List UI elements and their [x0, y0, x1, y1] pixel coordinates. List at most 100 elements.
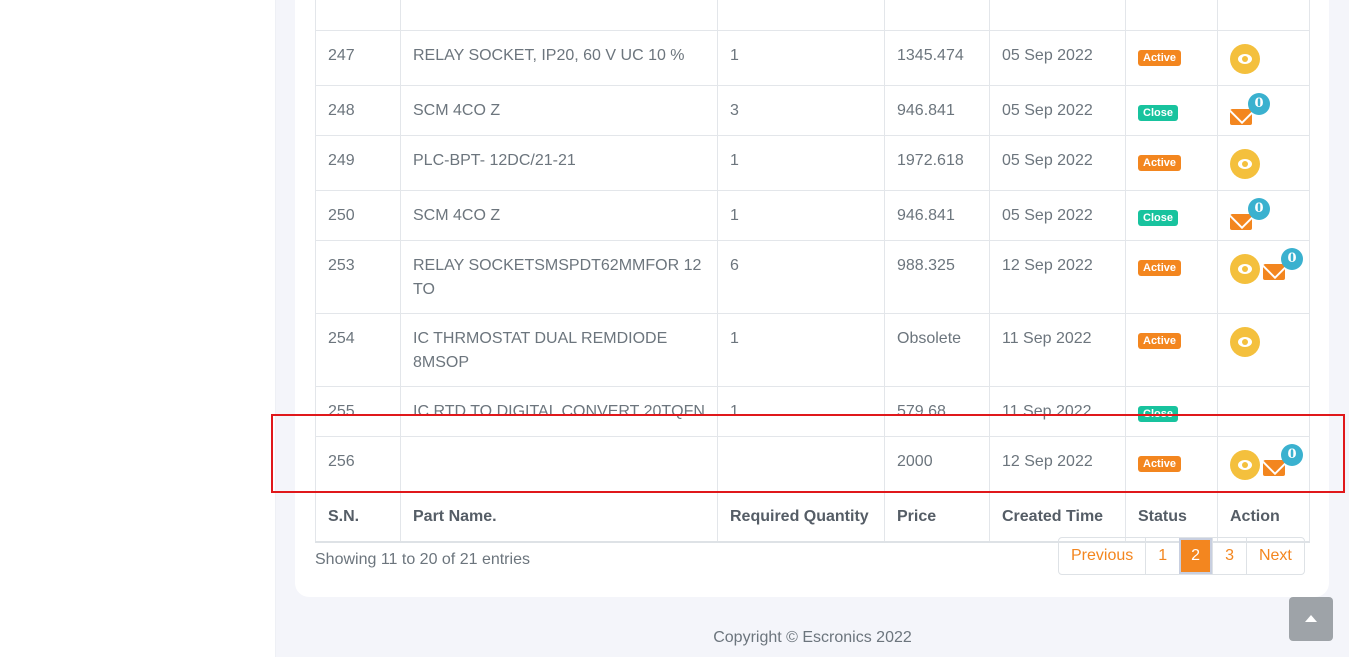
- status-cell: Close: [1125, 386, 1218, 437]
- quantity-cell: 6: [717, 240, 885, 314]
- quantity-cell: 1: [717, 30, 885, 86]
- quantity-cell: 1: [717, 313, 885, 387]
- table-row: 254 IC THRMOSTAT DUAL REMDIODE 8MSOP 1 Obso…: [315, 313, 1310, 387]
- price-cell: 1972.618: [884, 135, 990, 191]
- status-badge: Active: [1138, 456, 1182, 472]
- view-eye-icon[interactable]: [1230, 327, 1260, 357]
- part-name-cell: PLC-BPT- 12DC/21-21: [400, 135, 718, 191]
- action-cell: [1217, 0, 1310, 31]
- pagination: Previous 1 2 3 Next: [1058, 537, 1305, 575]
- status-badge: Active: [1138, 333, 1182, 349]
- action-cell: 0: [1217, 240, 1310, 314]
- created-time-cell: 12 Sep 2022: [989, 436, 1126, 492]
- mail-envelope-icon[interactable]: [1263, 264, 1285, 280]
- page-1-button[interactable]: 1: [1145, 538, 1179, 574]
- mail-envelope-icon[interactable]: [1230, 109, 1252, 125]
- sn-cell: [315, 0, 401, 31]
- price-cell: 946.841: [884, 190, 990, 241]
- part-name-cell: [400, 0, 718, 31]
- main-content: 247 RELAY SOCKET, IP20, 60 V UC 10 % 1 1345…: [276, 0, 1349, 657]
- part-name-cell: SCM 4CO Z: [400, 190, 718, 241]
- table-row: 256 2000 12 Sep 2022 Active 0: [315, 436, 1310, 492]
- quantity-cell: 1: [717, 190, 885, 241]
- created-time-cell: 11 Sep 2022: [989, 386, 1126, 437]
- price-cell: 988.325: [884, 240, 990, 314]
- price-cell: 946.841: [884, 85, 990, 136]
- message-count-badge: 0: [1248, 93, 1270, 115]
- status-cell: Active: [1125, 30, 1218, 86]
- header-price[interactable]: Price: [884, 491, 990, 543]
- scroll-to-top-button[interactable]: [1289, 597, 1333, 641]
- sidebar: [0, 0, 276, 657]
- view-eye-icon[interactable]: [1230, 254, 1260, 284]
- created-time-cell: 12 Sep 2022: [989, 240, 1126, 314]
- table-row: 247 RELAY SOCKET, IP20, 60 V UC 10 % 1 1345…: [315, 30, 1310, 86]
- part-name-cell: IC RTD TO DIGITAL CONVERT 20TQFN: [400, 386, 718, 437]
- page-3-button[interactable]: 3: [1212, 538, 1246, 574]
- quantity-cell: [717, 0, 885, 31]
- part-name-cell: SCM 4CO Z: [400, 85, 718, 136]
- parts-table-card: 247 RELAY SOCKET, IP20, 60 V UC 10 % 1 1345…: [295, 0, 1329, 597]
- table-footer-header-row: S.N. Part Name. Required Quantity Price …: [315, 491, 1310, 543]
- page-2-button[interactable]: 2: [1179, 538, 1213, 574]
- sn-cell: 255: [315, 386, 401, 437]
- view-eye-icon[interactable]: [1230, 450, 1260, 480]
- sn-cell: 256: [315, 436, 401, 492]
- quantity-cell: 3: [717, 85, 885, 136]
- table-row: 255 IC RTD TO DIGITAL CONVERT 20TQFN 1 579.…: [315, 386, 1310, 437]
- parts-table: 247 RELAY SOCKET, IP20, 60 V UC 10 % 1 1345…: [315, 0, 1310, 543]
- message-count-badge: 0: [1281, 248, 1303, 270]
- footer-copyright: Copyright © Escronics 2022: [713, 629, 912, 646]
- action-cell: 0: [1217, 85, 1310, 136]
- status-cell: [1125, 0, 1218, 31]
- part-name-cell: RELAY SOCKETSMSPDT62MMFOR 12 TO: [400, 240, 718, 314]
- status-badge: Close: [1138, 210, 1178, 226]
- status-badge: Close: [1138, 105, 1178, 121]
- created-time-cell: 05 Sep 2022: [989, 135, 1126, 191]
- quantity-cell: [717, 436, 885, 492]
- status-badge: Active: [1138, 50, 1182, 66]
- created-time-cell: 11 Sep 2022: [989, 313, 1126, 387]
- status-cell: Active: [1125, 313, 1218, 387]
- header-required-quantity[interactable]: Required Quantity: [717, 491, 885, 543]
- sn-cell: 254: [315, 313, 401, 387]
- header-created-time[interactable]: Created Time: [989, 491, 1126, 543]
- message-count-badge: 0: [1248, 198, 1270, 220]
- price-cell: [884, 0, 990, 31]
- header-part-name[interactable]: Part Name.: [400, 491, 718, 543]
- mail-envelope-icon[interactable]: [1230, 214, 1252, 230]
- next-page-button[interactable]: Next: [1245, 538, 1304, 574]
- action-cell: 0: [1217, 436, 1310, 492]
- part-name-cell: RELAY SOCKET, IP20, 60 V UC 10 %: [400, 30, 718, 86]
- previous-page-button[interactable]: Previous: [1059, 538, 1145, 574]
- entries-info: Showing 11 to 20 of 21 entries: [315, 551, 530, 568]
- view-eye-icon[interactable]: [1230, 44, 1260, 74]
- status-badge: Close: [1138, 406, 1178, 422]
- quantity-cell: 1: [717, 135, 885, 191]
- table-row: 253 RELAY SOCKETSMSPDT62MMFOR 12 TO 6 988.3…: [315, 240, 1310, 314]
- part-name-cell: [400, 436, 718, 492]
- action-cell: [1217, 30, 1310, 86]
- quantity-cell: 1: [717, 386, 885, 437]
- action-cell: [1217, 386, 1310, 437]
- status-cell: Active: [1125, 135, 1218, 191]
- sn-cell: 250: [315, 190, 401, 241]
- view-eye-icon[interactable]: [1230, 149, 1260, 179]
- status-cell: Active: [1125, 240, 1218, 314]
- action-cell: [1217, 313, 1310, 387]
- status-badge: Active: [1138, 260, 1182, 276]
- header-action: Action: [1217, 491, 1310, 543]
- sn-cell: 253: [315, 240, 401, 314]
- created-time-cell: 05 Sep 2022: [989, 30, 1126, 86]
- header-sn[interactable]: S.N.: [315, 491, 401, 543]
- created-time-cell: [989, 0, 1126, 31]
- created-time-cell: 05 Sep 2022: [989, 190, 1126, 241]
- mail-envelope-icon[interactable]: [1263, 460, 1285, 476]
- price-cell: 2000: [884, 436, 990, 492]
- price-cell: Obsolete: [884, 313, 990, 387]
- action-cell: 0: [1217, 190, 1310, 241]
- sn-cell: 249: [315, 135, 401, 191]
- price-cell: 1345.474: [884, 30, 990, 86]
- header-status[interactable]: Status: [1125, 491, 1218, 543]
- part-name-cell: IC THRMOSTAT DUAL REMDIODE 8MSOP: [400, 313, 718, 387]
